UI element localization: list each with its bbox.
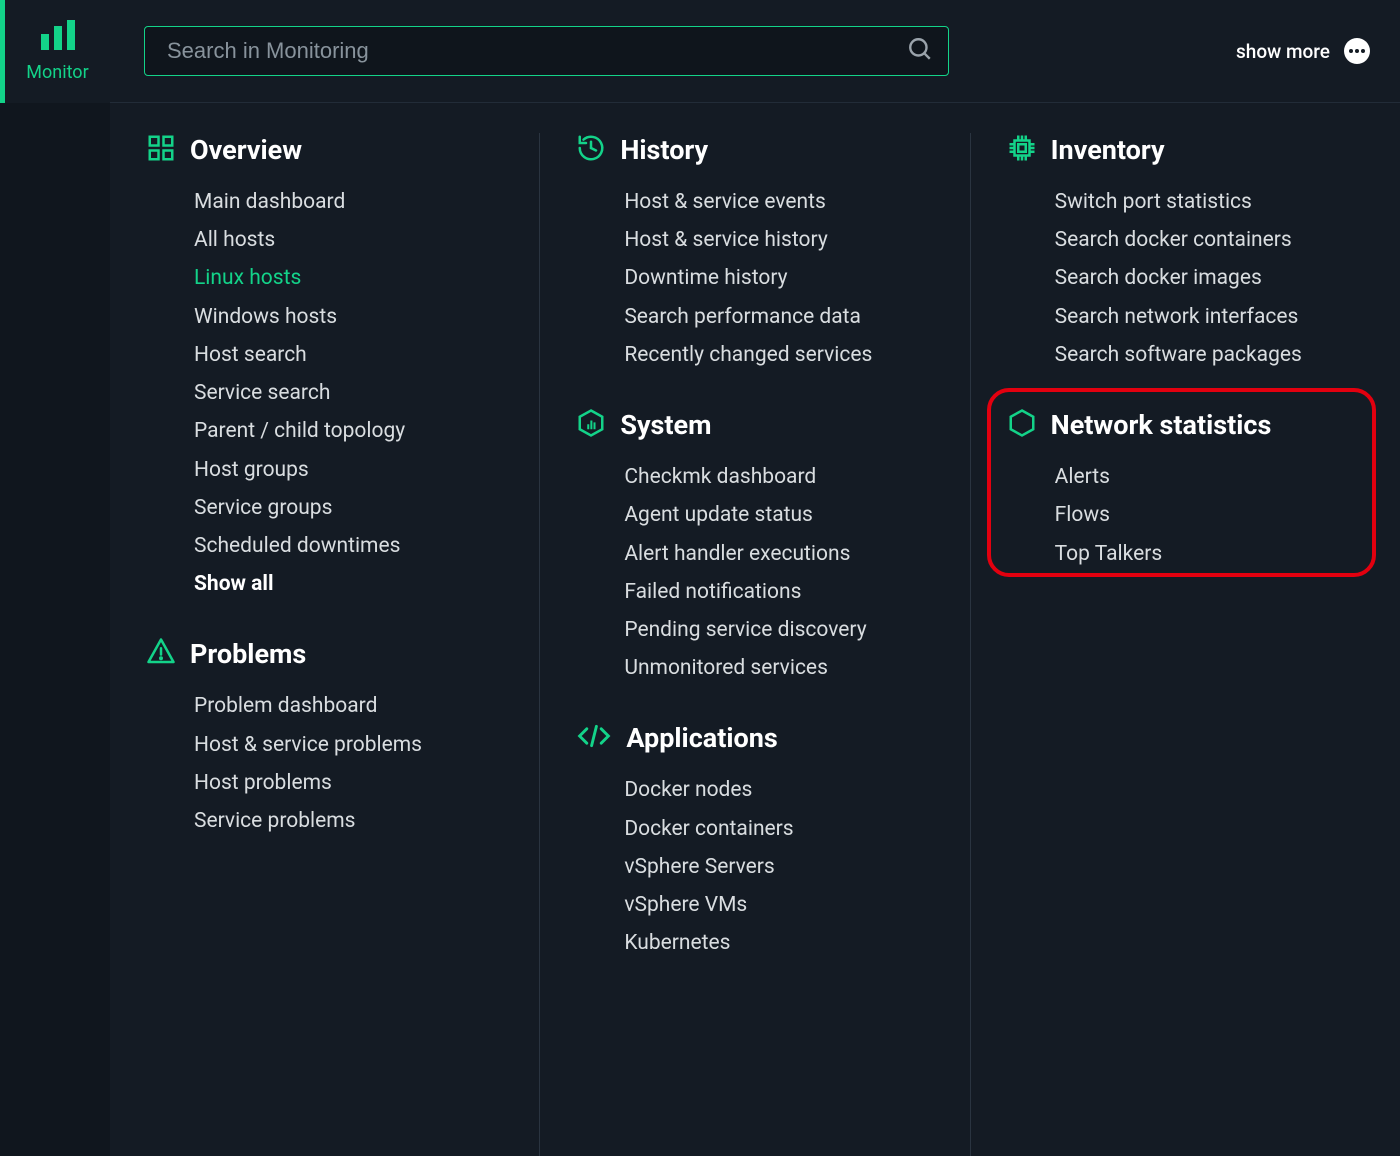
menu-item[interactable]: Failed notifications	[624, 573, 939, 611]
menu-item[interactable]: Search performance data	[624, 298, 939, 336]
menu-item[interactable]: Scheduled downtimes	[194, 527, 509, 565]
section-title: Problems	[190, 638, 306, 670]
sidebar-monitor[interactable]: Monitor	[5, 0, 110, 103]
search-icon[interactable]	[907, 36, 933, 66]
menu-item[interactable]: Host problems	[194, 764, 509, 802]
section-item-list: Host & service eventsHost & service hist…	[576, 183, 939, 374]
menu-item[interactable]: Service problems	[194, 802, 509, 840]
menu-item[interactable]: Alerts	[1055, 458, 1370, 496]
menu-item[interactable]: Recently changed services	[624, 336, 939, 374]
menu-item[interactable]: Host & service problems	[194, 726, 509, 764]
menu-item[interactable]: Host & service events	[624, 183, 939, 221]
menu-item[interactable]: Search software packages	[1055, 336, 1370, 374]
network-icon	[1007, 408, 1037, 442]
section-title: System	[620, 409, 711, 441]
menu-column: Overview Main dashboardAll hostsLinux hos…	[110, 133, 540, 1156]
menu-item[interactable]: Flows	[1055, 496, 1370, 534]
section-item-list: Problem dashboardHost & service problems…	[146, 687, 509, 840]
section-item-list: Checkmk dashboardAgent update statusAler…	[576, 458, 939, 687]
menu-item[interactable]: Main dashboard	[194, 183, 509, 221]
menu-item[interactable]: Search network interfaces	[1055, 298, 1370, 336]
applications-icon	[576, 721, 612, 755]
menu-item[interactable]: Top Talkers	[1055, 535, 1370, 573]
menu-item[interactable]: Problem dashboard	[194, 687, 509, 725]
more-icon[interactable]	[1344, 38, 1370, 64]
menu-item[interactable]: Agent update status	[624, 496, 939, 534]
section-header[interactable]: History	[576, 133, 939, 167]
menu-item[interactable]: Linux hosts	[194, 259, 509, 297]
menu-section: Applications Docker nodesDocker container…	[576, 721, 939, 962]
menu-column: InventorySwitch port statisticsSearch do…	[971, 133, 1400, 1156]
search-input[interactable]	[144, 26, 949, 76]
system-icon	[576, 408, 606, 442]
section-title: History	[620, 134, 708, 166]
menu-item[interactable]: Downtime history	[624, 259, 939, 297]
menu-item[interactable]: Show all	[194, 565, 509, 603]
menu-item[interactable]: vSphere Servers	[624, 848, 939, 886]
menu-section: History Host & service eventsHost & servi…	[576, 133, 939, 374]
section-item-list: Docker nodesDocker containersvSphere Ser…	[576, 771, 939, 962]
menu-item[interactable]: Windows hosts	[194, 298, 509, 336]
menu-item[interactable]: Service groups	[194, 489, 509, 527]
menu-column: History Host & service eventsHost & servi…	[540, 133, 970, 1156]
menu-item[interactable]: Host search	[194, 336, 509, 374]
section-item-list: Switch port statisticsSearch docker cont…	[1007, 183, 1370, 374]
menu-item[interactable]: vSphere VMs	[624, 886, 939, 924]
menu-item[interactable]: Checkmk dashboard	[624, 458, 939, 496]
section-title: Inventory	[1051, 134, 1165, 166]
menu-item[interactable]: Alert handler executions	[624, 535, 939, 573]
menu-item[interactable]: Search docker containers	[1055, 221, 1370, 259]
section-title: Overview	[190, 134, 302, 166]
menu-item[interactable]: Kubernetes	[624, 924, 939, 962]
section-title: Applications	[626, 722, 777, 754]
menu-item[interactable]: Switch port statistics	[1055, 183, 1370, 221]
topbar: show more	[110, 0, 1400, 103]
section-header[interactable]: Inventory	[1007, 133, 1370, 167]
section-header[interactable]: System	[576, 408, 939, 442]
menu-section: System Checkmk dashboardAgent update stat…	[576, 408, 939, 687]
menu-item[interactable]: Parent / child topology	[194, 412, 509, 450]
menu-item[interactable]: Host groups	[194, 451, 509, 489]
problems-icon	[146, 637, 176, 671]
section-header[interactable]: Applications	[576, 721, 939, 755]
menu-item[interactable]: Search docker images	[1055, 259, 1370, 297]
monitor-bars-icon	[39, 20, 77, 54]
menu-item[interactable]: All hosts	[194, 221, 509, 259]
menu-item[interactable]: Unmonitored services	[624, 649, 939, 687]
menu-item[interactable]: Host & service history	[624, 221, 939, 259]
menu-section: Problems Problem dashboardHost & service …	[146, 637, 509, 840]
section-header[interactable]: Problems	[146, 637, 509, 671]
inventory-icon	[1007, 133, 1037, 167]
section-item-list: Main dashboardAll hostsLinux hostsWindow…	[146, 183, 509, 603]
menu-item[interactable]: Docker containers	[624, 810, 939, 848]
show-more-label[interactable]: show more	[1236, 40, 1330, 63]
menu-section: InventorySwitch port statisticsSearch do…	[1007, 133, 1370, 374]
history-icon	[576, 133, 606, 167]
section-item-list: AlertsFlowsTop Talkers	[1007, 458, 1370, 573]
sidebar-label: Monitor	[26, 62, 88, 83]
menu-item[interactable]: Service search	[194, 374, 509, 412]
menu-item[interactable]: Pending service discovery	[624, 611, 939, 649]
section-header[interactable]: Overview	[146, 133, 509, 167]
overview-icon	[146, 133, 176, 167]
section-header[interactable]: Network statistics	[1007, 408, 1370, 442]
menu-item[interactable]: Docker nodes	[624, 771, 939, 809]
menu-section: Network statistics AlertsFlowsTop Talkers	[1007, 408, 1370, 573]
section-title: Network statistics	[1051, 409, 1272, 441]
menu-section: Overview Main dashboardAll hostsLinux hos…	[146, 133, 509, 603]
